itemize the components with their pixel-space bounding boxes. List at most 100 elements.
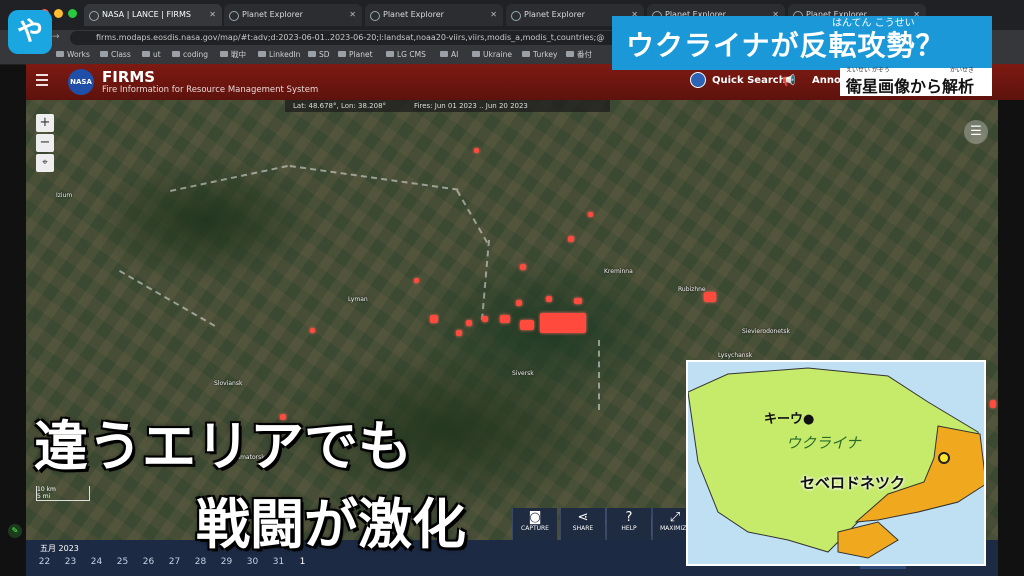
cursor-coordinates: Lat: 48.678°, Lon: 38.208° <box>293 102 387 110</box>
tab-label: Planet Explorer <box>383 10 444 19</box>
bookmark-item[interactable]: Turkey <box>522 48 557 62</box>
fire-cluster <box>310 328 315 333</box>
layers-icon[interactable]: ☰ <box>964 120 988 144</box>
forward-arrow-icon[interactable]: → <box>52 32 60 42</box>
kyiv-label: キーウ● <box>764 412 815 427</box>
bookmark-item[interactable]: LG CMS <box>386 48 426 62</box>
address-bar[interactable]: firms.modaps.eosdis.nasa.gov/map/#t:adv;… <box>70 31 630 45</box>
timeline-day[interactable]: 22 <box>32 557 57 567</box>
tab-label: NASA | LANCE | FIRMS <box>102 10 191 19</box>
town-label: Lysychansk <box>718 352 753 359</box>
planet-favicon-icon <box>229 11 239 21</box>
fire-cluster <box>520 320 534 330</box>
town-label: Rubizhne <box>678 286 706 293</box>
bookmark-item[interactable]: Class <box>100 48 131 62</box>
fire-cluster <box>568 236 574 242</box>
quick-search-button[interactable]: Quick Search <box>712 75 786 86</box>
timeline-day[interactable]: 23 <box>58 557 83 567</box>
browser-tab[interactable]: Planet Explorer ✕ <box>224 4 362 26</box>
timeline-day[interactable]: 25 <box>110 557 135 567</box>
location-marker <box>938 452 950 464</box>
tab-label: Planet Explorer <box>242 10 303 19</box>
close-tab-icon[interactable]: ✕ <box>209 4 216 26</box>
nasa-favicon-icon <box>89 11 99 21</box>
planet-favicon-icon <box>370 11 380 21</box>
help-button[interactable]: ? HELP <box>606 508 651 540</box>
app-subtitle: Fire Information for Resource Management… <box>102 85 319 95</box>
bookmark-item[interactable]: 番付 <box>566 48 592 62</box>
fire-cluster <box>516 300 522 306</box>
bookmark-item[interactable]: 戦中 <box>220 48 246 62</box>
share-icon: ⋖ <box>577 510 589 525</box>
tool-label: HELP <box>621 525 637 532</box>
town-label: Siversk <box>512 370 534 377</box>
town-label: Sloviansk <box>214 380 243 387</box>
subheadline-text: 衛星画像から解析 <box>846 77 975 96</box>
capture-button[interactable]: ◙ CAPTURE <box>512 508 557 540</box>
scale-mi-label: 5 mi <box>37 493 51 500</box>
camera-icon: ◙ <box>528 510 542 525</box>
fire-cluster <box>482 316 488 322</box>
fire-cluster <box>990 400 996 408</box>
close-tab-icon[interactable]: ✕ <box>349 4 356 26</box>
browser-tab[interactable]: Planet Explorer ✕ <box>365 4 503 26</box>
zoom-window-icon[interactable] <box>68 9 77 18</box>
border-line <box>598 340 600 410</box>
pen-icon[interactable]: ✎ <box>8 524 22 538</box>
town-label: Sievierodonetsk <box>742 328 791 335</box>
close-tab-icon[interactable]: ✕ <box>490 4 497 26</box>
nasa-logo[interactable]: NASA <box>68 69 94 95</box>
bookmark-item[interactable]: Works <box>56 48 90 62</box>
fire-cluster <box>466 320 472 326</box>
fires-date-range: Fires: Jun 01 2023 .. Jun 20 2023 <box>414 102 528 110</box>
caption-line-2: 戦闘が激化 <box>196 493 466 556</box>
town-label: Kreminna <box>604 268 633 275</box>
announcements-button[interactable]: Anno <box>812 75 841 86</box>
zoom-in-button[interactable]: + <box>36 114 54 132</box>
fire-cluster <box>546 296 552 302</box>
scale-km-label: 10 km <box>37 486 56 493</box>
fire-cluster <box>430 315 438 323</box>
timeline-day[interactable]: 27 <box>162 557 187 567</box>
ukraine-map-graphic <box>688 367 984 559</box>
bookmark-item[interactable]: coding <box>172 48 208 62</box>
fire-cluster <box>588 212 593 217</box>
minimize-window-icon[interactable] <box>54 9 63 18</box>
zoom-out-button[interactable]: − <box>36 134 54 152</box>
fire-cluster <box>574 298 582 304</box>
severodonetsk-label: セベロドネツク <box>800 474 906 492</box>
app-title: FIRMS <box>102 68 156 86</box>
headline-text: ウクライナが反転攻勢？ <box>626 29 945 62</box>
megaphone-icon[interactable]: 📢 <box>782 74 796 87</box>
map-info-bar: Lat: 48.678°, Lon: 38.208° Fires: Jun 01 … <box>285 100 610 112</box>
bookmark-item[interactable]: LinkedIn <box>258 48 300 62</box>
menu-icon[interactable] <box>36 74 48 86</box>
share-button[interactable]: ⋖ SHARE <box>560 508 605 540</box>
timeline-month: 五月 2023 <box>40 544 79 553</box>
planet-favicon-icon <box>511 11 521 21</box>
location-pin-icon[interactable]: ⌖ <box>36 154 54 172</box>
map-scale-bar: 10 km 5 mi <box>36 486 90 501</box>
tab-label: Planet Explorer <box>524 10 585 19</box>
caption-line-1: 違うエリアでも <box>34 415 412 478</box>
search-icon[interactable] <box>690 72 706 88</box>
ukraine-inset-map: キーウ● ウクライナ セベロドネツク <box>686 360 986 566</box>
timeline-day[interactable]: 26 <box>136 557 161 567</box>
fire-cluster <box>540 313 586 333</box>
fire-cluster <box>500 315 510 323</box>
ukraine-label: ウクライナ <box>786 434 861 452</box>
fire-cluster <box>704 292 716 302</box>
fire-cluster <box>414 278 419 283</box>
bookmark-item[interactable]: Ukraine <box>472 48 512 62</box>
bookmark-item[interactable]: AI <box>440 48 458 62</box>
fire-cluster <box>456 330 462 336</box>
browser-tab[interactable]: NASA | LANCE | FIRMS ✕ <box>84 4 222 26</box>
bookmark-item[interactable]: Planet <box>338 48 373 62</box>
tool-label: SHARE <box>572 525 594 532</box>
tool-label: CAPTURE <box>521 525 549 532</box>
fire-cluster <box>520 264 526 270</box>
bookmark-item[interactable]: ut <box>142 48 161 62</box>
timeline-day[interactable]: 24 <box>84 557 109 567</box>
bookmark-item[interactable]: SD <box>308 48 330 62</box>
town-label: Izium <box>56 192 73 199</box>
